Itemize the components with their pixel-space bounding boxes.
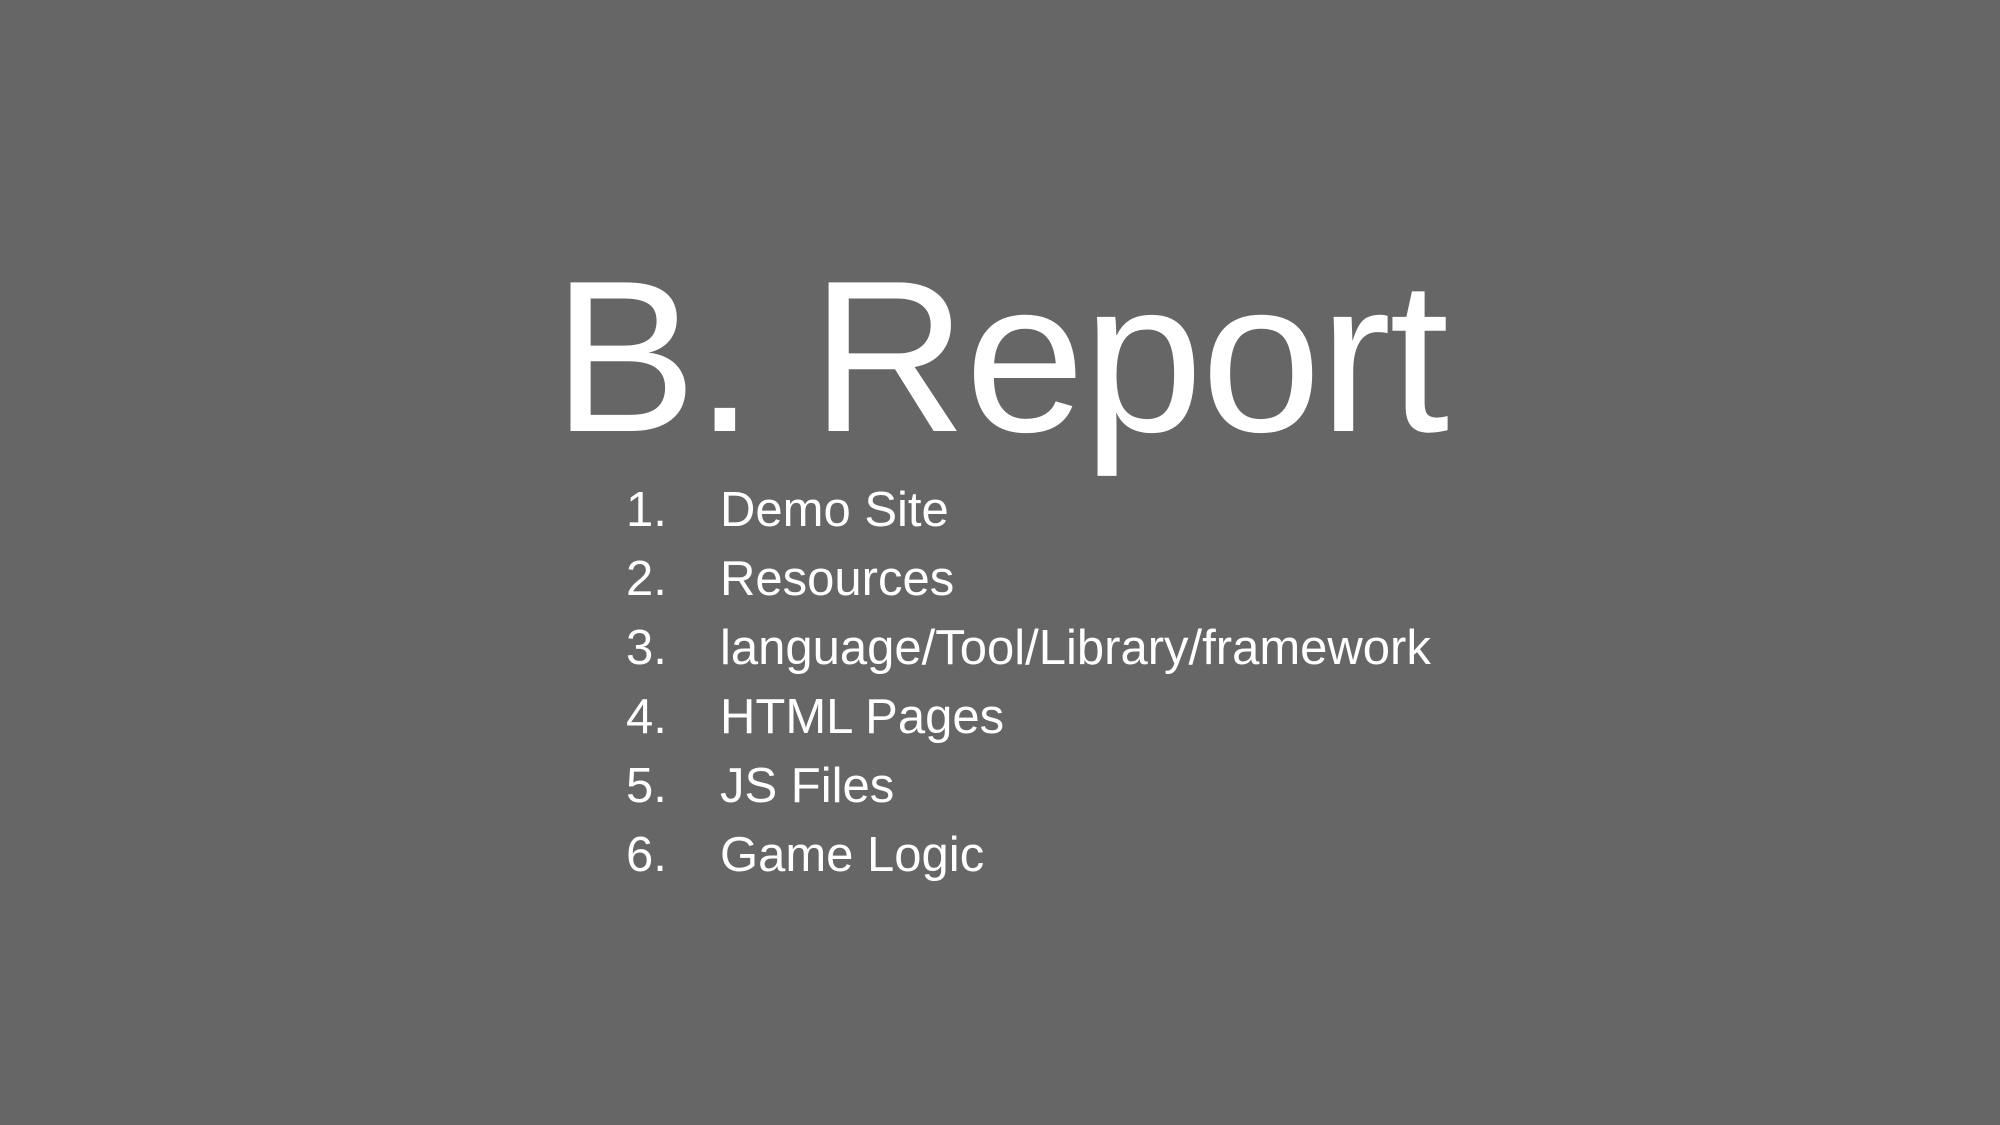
list-item-number: 2. [626,552,667,606]
list-item-number: 3. [626,621,667,675]
list-item: 2. Resources [626,545,1431,614]
list-item-label: Game Logic [720,828,985,882]
list-item-label: language/Tool/Library/framework [720,621,1431,675]
list-item-label: HTML Pages [720,690,1005,744]
list-item-number: 6. [626,828,667,882]
list-item-number: 1. [626,483,667,537]
list-item: 5. JS Files [626,752,1431,821]
list-item-label: Demo Site [720,483,949,537]
list-item: 1. Demo Site [626,476,1431,545]
list-item: 4. HTML Pages [626,683,1431,752]
list-item: 3. language/Tool/Library/framework [626,614,1431,683]
list-item-label: Resources [720,552,955,606]
agenda-list: 1. Demo Site 2. Resources 3. language/To… [626,476,1431,890]
list-item-label: JS Files [720,759,895,813]
slide-title: B. Report [552,235,1449,477]
slide: B. Report 1. Demo Site 2. Resources 3. l… [0,0,2000,1125]
list-item: 6. Game Logic [626,821,1431,890]
list-item-number: 5. [626,759,667,813]
list-item-number: 4. [626,690,667,744]
